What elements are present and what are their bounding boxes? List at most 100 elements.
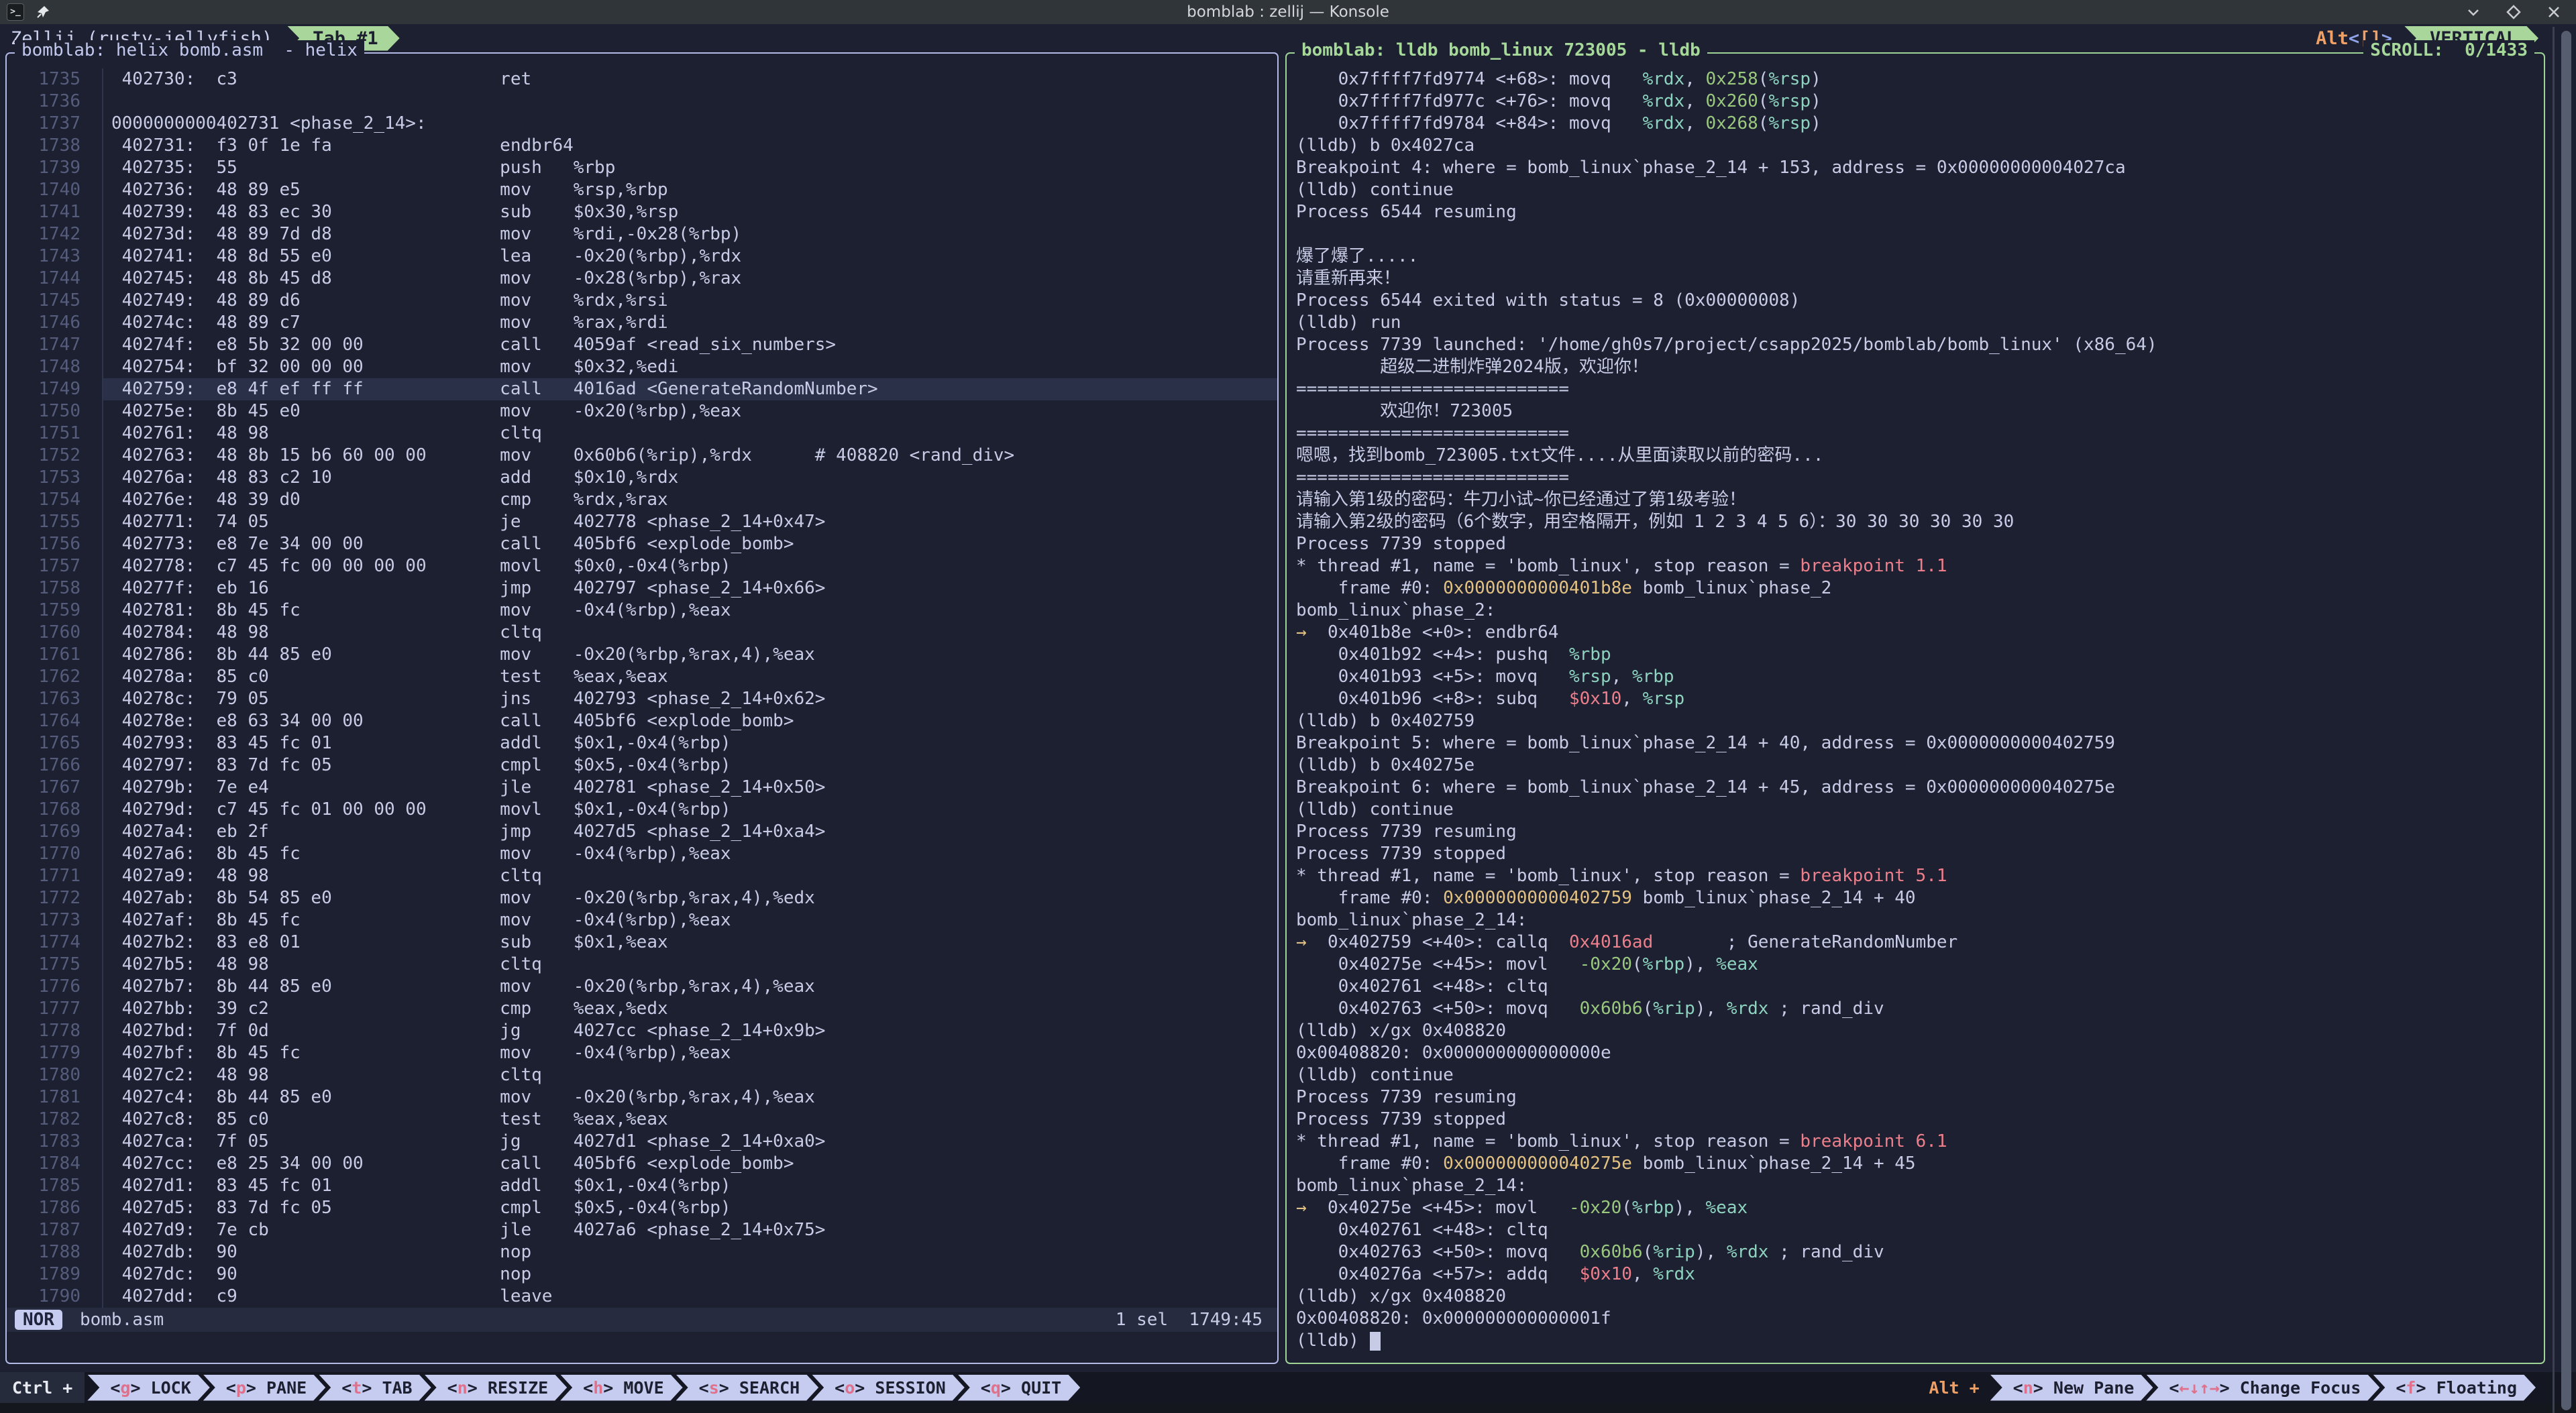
asm-code: 4027b7: 8b 44 85 e0 mov -0x20(%rbp,%rax,…	[102, 976, 1277, 998]
lldb-line: 超级二进制炸弹2024版，欢迎你！	[1287, 356, 2544, 378]
keybind-move[interactable]: <h> MOVE	[560, 1375, 682, 1401]
asm-code: 4027dc: 90 nop	[102, 1263, 1277, 1286]
keybind-pane[interactable]: <p> PANE	[203, 1375, 325, 1401]
asm-line: 1744 402745: 48 8b 45 d8 mov -0x28(%rbp)…	[7, 268, 1277, 290]
keybind-text: >	[468, 1378, 478, 1398]
lldb-pane[interactable]: bomblab: lldb bomb_linux 723005 - lldb S…	[1285, 52, 2545, 1364]
line-number: 1761	[7, 644, 80, 666]
text-segment: %rdx	[1727, 999, 1769, 1019]
asm-code: 4027d9: 7e cb jle 4027a6 <phase_2_14+0x7…	[102, 1219, 1277, 1241]
text-segment: %rbp	[1643, 954, 1685, 974]
close-icon[interactable]	[2545, 3, 2563, 21]
minimize-icon[interactable]	[2465, 3, 2482, 21]
lldb-line: 0x7ffff7fd977c <+76>: movq %rdx, 0x260(%…	[1287, 91, 2544, 113]
asm-line: 1780 4027c2: 48 98 cltq	[7, 1064, 1277, 1086]
asm-line: 1765 402793: 83 45 fc 01 addl $0x1,-0x4(…	[7, 732, 1277, 754]
maximize-icon[interactable]	[2505, 3, 2522, 21]
line-number: 1745	[7, 290, 80, 312]
keybind-text: ←↓↑→	[2179, 1378, 2219, 1398]
text-segment: %rsp	[1569, 667, 1611, 687]
asm-line: 1740 402736: 48 89 e5 mov %rsp,%rbp	[7, 179, 1277, 201]
asm-line: 1771 4027a9: 48 98 cltq	[7, 865, 1277, 887]
terminal-cursor[interactable]	[1370, 1332, 1381, 1351]
keybind-quit[interactable]: <q> QUIT	[958, 1375, 1080, 1401]
keybind-session[interactable]: <o> SESSION	[812, 1375, 965, 1401]
helix-editor[interactable]: 1735 402730: c3 ret 17361737000000000040…	[7, 54, 1277, 1363]
window-controls	[2465, 3, 2563, 21]
line-number: 1741	[7, 201, 80, 223]
asm-code: 4027a9: 48 98 cltq	[102, 865, 1277, 887]
keybind-text: >	[603, 1378, 613, 1398]
text-segment: Process 6544 exited with status = 8 (0x0…	[1296, 290, 1800, 310]
asm-line: 1757 402778: c7 45 fc 00 00 00 00 movl $…	[7, 555, 1277, 577]
line-number: 1748	[7, 356, 80, 378]
text-segment: (	[1758, 113, 1769, 133]
asm-code: 40274c: 48 89 c7 mov %rax,%rdi	[102, 312, 1277, 334]
text-segment: 0x00408820: 0x000000000000001f	[1296, 1308, 1611, 1329]
lldb-line: 爆了爆了.....	[1287, 245, 2544, 268]
asm-code: 402763: 48 8b 15 b6 60 00 00 mov 0x60b6(…	[102, 445, 1277, 467]
text-segment: %rdx	[1727, 1242, 1769, 1262]
line-number: 1740	[7, 179, 80, 201]
lldb-terminal[interactable]: 0x7ffff7fd9774 <+68>: movq %rdx, 0x258(%…	[1287, 54, 2544, 1363]
text-segment: →	[1296, 932, 1328, 952]
keybind-text: <	[981, 1378, 991, 1398]
text-segment: ),	[1674, 1198, 1706, 1218]
lldb-line	[1287, 223, 2544, 245]
keybind-lock[interactable]: <g> LOCK	[87, 1375, 209, 1401]
asm-code: 402771: 74 05 je 402778 <phase_2_14+0x47…	[102, 511, 1277, 533]
line-number: 1786	[7, 1197, 80, 1219]
lldb-line: (lldb) b 0x40275e	[1287, 754, 2544, 777]
text-segment: * thread #1, name = 'bomb_linux', stop r…	[1296, 1131, 1800, 1151]
text-segment: Process 7739 stopped	[1296, 1109, 1506, 1129]
text-segment: frame #0:	[1296, 888, 1443, 908]
text-segment: (lldb)	[1296, 1331, 1370, 1351]
lldb-line: (lldb)	[1287, 1330, 2544, 1352]
line-number: 1747	[7, 334, 80, 356]
asm-code: 402797: 83 7d fc 05 cmpl $0x5,-0x4(%rbp)	[102, 754, 1277, 777]
line-number: 1780	[7, 1064, 80, 1086]
asm-code: 4027bf: 8b 45 fc mov -0x4(%rbp),%eax	[102, 1042, 1277, 1064]
line-number: 1788	[7, 1241, 80, 1263]
keybind-floating[interactable]: <f> Floating	[2373, 1375, 2536, 1401]
lldb-line: 嗯嗯，找到bomb_723005.txt文件....从里面读取以前的密码...	[1287, 445, 2544, 467]
keybind-text: <	[699, 1378, 709, 1398]
mode-hint-open-bracket: <	[2349, 28, 2359, 49]
text-segment: 请重新再来！	[1296, 268, 1401, 288]
text-segment: ,	[1632, 1264, 1653, 1284]
text-segment: Breakpoint 6: where = bomb_linux`phase_2…	[1296, 777, 2115, 797]
asm-line: 1751 402761: 48 98 cltq	[7, 422, 1277, 445]
asm-code: 402754: bf 32 00 00 00 mov $0x32,%edi	[102, 356, 1277, 378]
text-segment: 0x0000000000401b8e	[1443, 578, 1632, 598]
text-segment: 0x402763 <+50>: movq	[1296, 1242, 1580, 1262]
helix-pane[interactable]: bomblab: helix bomb.asm - helix 1735 402…	[5, 52, 1279, 1364]
text-segment: ),	[1695, 999, 1727, 1019]
scrollbar-handle[interactable]	[2561, 31, 2571, 1410]
line-number: 1766	[7, 754, 80, 777]
text-segment: 0x402763 <+50>: movq	[1296, 999, 1580, 1019]
pin-icon[interactable]	[35, 4, 51, 20]
asm-line: 1778 4027bd: 7f 0d jg 4027cc <phase_2_14…	[7, 1020, 1277, 1042]
keybind-text: LOCK	[141, 1378, 191, 1398]
keybind-search[interactable]: <s> SEARCH	[676, 1375, 819, 1401]
keybind-text: Floating	[2426, 1378, 2517, 1398]
asm-line: 1775 4027b5: 48 98 cltq	[7, 954, 1277, 976]
asm-code: 40276e: 48 39 d0 cmp %rdx,%rax	[102, 489, 1277, 511]
text-segment: 0x40275e <+45>: movl	[1296, 954, 1580, 974]
text-segment: ==========================	[1296, 379, 1569, 399]
keybind-tab[interactable]: <t> TAB	[319, 1375, 431, 1401]
text-segment: (lldb) continue	[1296, 1065, 1454, 1085]
keybind-change-focus[interactable]: <←↓↑→> Change Focus	[2146, 1375, 2379, 1401]
text-segment: 请输入第1级的密码：牛刀小试~你已经通过了第1级考验！	[1296, 490, 1746, 510]
line-number: 1773	[7, 909, 80, 931]
keybind-resize[interactable]: <n> RESIZE	[425, 1375, 568, 1401]
asm-code: 402739: 48 83 ec 30 sub $0x30,%rsp	[102, 201, 1277, 223]
text-segment: %eax	[1716, 954, 1758, 974]
line-number: 1784	[7, 1153, 80, 1175]
keybind-new-pane[interactable]: <n> New Pane	[1990, 1375, 2153, 1401]
line-number: 1751	[7, 422, 80, 445]
asm-line: 1750 40275e: 8b 45 e0 mov -0x20(%rbp),%e…	[7, 400, 1277, 422]
line-number: 1738	[7, 135, 80, 157]
asm-code: 402778: c7 45 fc 00 00 00 00 movl $0x0,-…	[102, 555, 1277, 577]
text-segment: )	[1811, 91, 1821, 111]
